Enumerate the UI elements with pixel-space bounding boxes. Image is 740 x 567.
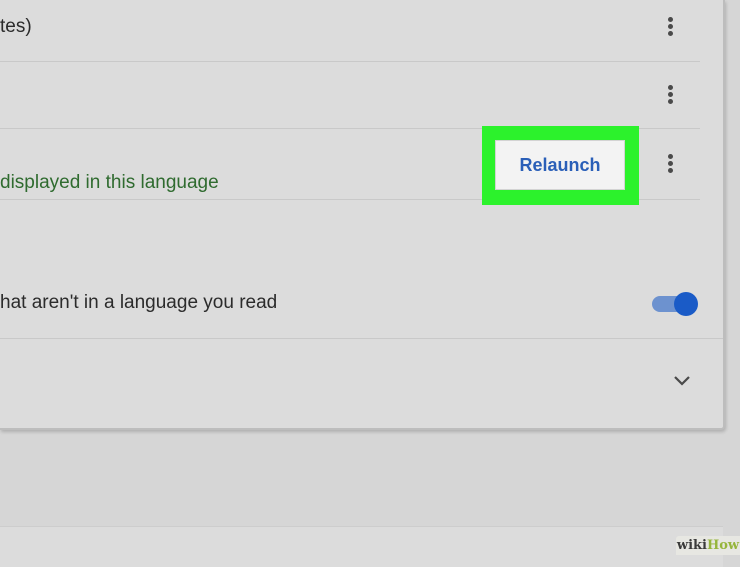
chevron-down-icon[interactable] xyxy=(672,374,692,388)
more-vert-icon[interactable] xyxy=(665,152,677,176)
more-vert-icon[interactable] xyxy=(665,15,677,39)
wikihow-watermark: wiki How xyxy=(676,536,740,555)
languages-settings-card: tes) displayed in this language Relaunch… xyxy=(0,0,725,430)
divider xyxy=(0,61,700,62)
divider xyxy=(639,199,700,200)
next-settings-card xyxy=(0,526,723,567)
translate-offer-label: hat aren't in a language you read xyxy=(0,292,278,313)
relaunch-button[interactable]: Relaunch xyxy=(495,140,625,190)
divider xyxy=(0,199,482,200)
language-item-label: tes) xyxy=(0,16,32,37)
translate-offer-toggle[interactable] xyxy=(652,292,698,316)
toggle-knob xyxy=(674,292,698,316)
watermark-how: How xyxy=(706,538,740,553)
language-display-status: displayed in this language xyxy=(0,172,219,193)
more-vert-icon[interactable] xyxy=(665,83,677,107)
watermark-wiki: wiki xyxy=(676,538,707,553)
divider xyxy=(0,338,723,339)
